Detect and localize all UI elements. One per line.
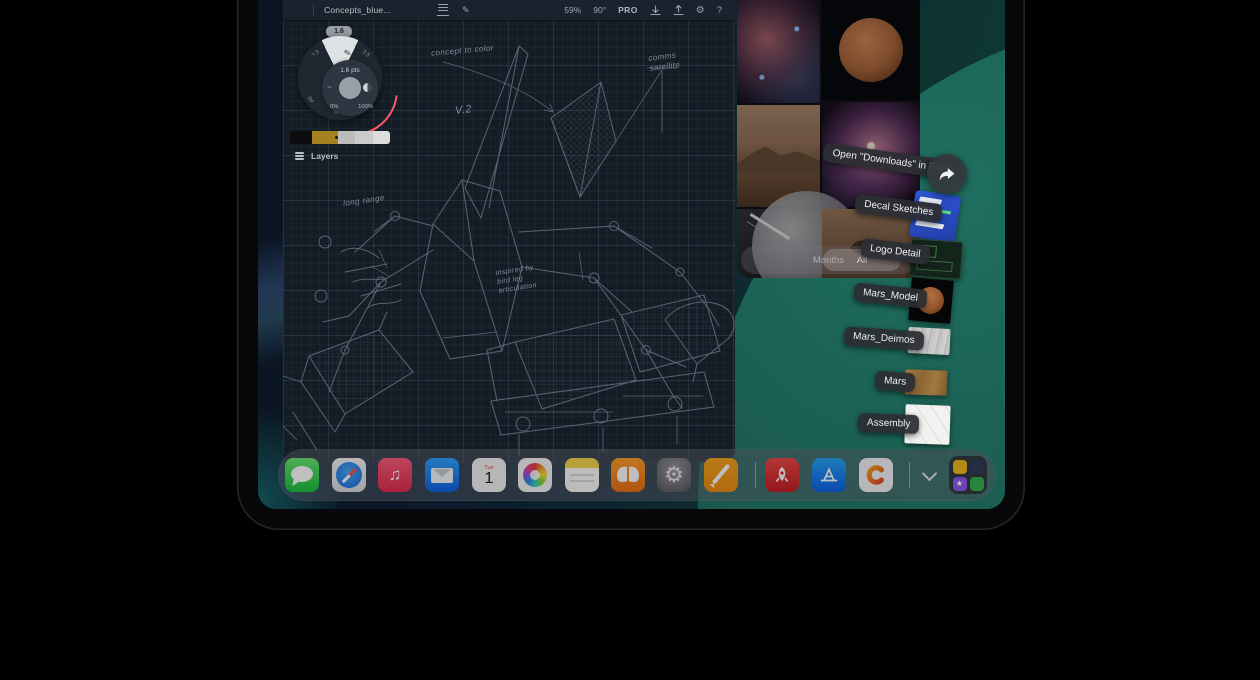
toolbar-divider bbox=[313, 5, 314, 15]
export-share-icon[interactable] bbox=[673, 5, 684, 16]
color-swatch-strip[interactable] bbox=[290, 131, 390, 144]
calendar-app-icon[interactable]: Tue 1 bbox=[472, 458, 506, 492]
tool-wheel-center[interactable]: 1.6 pts ~ 0% 100% bbox=[322, 60, 378, 116]
books-app-icon[interactable] bbox=[611, 458, 645, 492]
settings-app-icon[interactable]: ⚙ bbox=[657, 458, 691, 492]
mail-app-icon[interactable] bbox=[425, 458, 459, 492]
forward-arrow-icon bbox=[937, 164, 957, 184]
layers-icon bbox=[295, 152, 304, 160]
wheel-center-knob[interactable] bbox=[339, 77, 361, 99]
layers-control[interactable]: Layers bbox=[295, 151, 338, 161]
drawing-canvas[interactable]: concept to color V.2 comms satellite lon… bbox=[283, 20, 735, 462]
drag-item-mars[interactable]: Mars bbox=[874, 371, 915, 393]
swatch-gray-2[interactable] bbox=[355, 131, 372, 144]
drag-item-assembly[interactable]: Assembly bbox=[858, 413, 920, 434]
concepts-c-icon bbox=[864, 463, 888, 487]
opacity-min-label: 0% bbox=[330, 104, 338, 110]
tool-wheel[interactable]: 1.6 ✎ 7.3 3.5 Ab 6.8 14.5 1.6 pts ~ bbox=[288, 26, 392, 130]
swatch-black[interactable] bbox=[290, 131, 312, 144]
app-store-a-icon bbox=[818, 464, 840, 486]
document-title[interactable]: Concepts_blue... bbox=[324, 5, 391, 15]
help-button[interactable]: ? bbox=[717, 5, 722, 16]
app-library-icon[interactable]: ★ bbox=[949, 456, 987, 494]
gallery-grid-icon[interactable] bbox=[296, 6, 305, 15]
photo-horsehead-nebula[interactable] bbox=[737, 0, 820, 103]
layer-list-icon[interactable] bbox=[437, 4, 449, 16]
stroke-size-readout: 1.6 pts bbox=[322, 67, 378, 74]
safari-app-icon[interactable] bbox=[332, 458, 366, 492]
music-app-icon[interactable]: ♫ bbox=[378, 458, 412, 492]
import-icon[interactable] bbox=[650, 5, 661, 16]
app-library-mini-yellow bbox=[953, 460, 967, 474]
dock: ♫ Tue 1 ⚙ bbox=[278, 449, 996, 501]
concepts-app-window: concept to color V.2 comms satellite lon… bbox=[283, 0, 735, 462]
swatch-gray-1[interactable] bbox=[338, 131, 355, 144]
layers-label: Layers bbox=[311, 151, 338, 161]
swatch-selection-dot bbox=[335, 136, 338, 139]
app-library-mini-green bbox=[970, 477, 984, 491]
opacity-contrast-icon bbox=[363, 83, 372, 92]
opacity-max-label: 100% bbox=[358, 104, 373, 110]
photo-mars-globe[interactable] bbox=[822, 0, 920, 100]
wallpaper-light-streak bbox=[258, 225, 286, 375]
photos-app-icon[interactable] bbox=[518, 458, 552, 492]
dock-divider-2 bbox=[909, 462, 910, 488]
grid-settings-icon[interactable] bbox=[413, 5, 423, 15]
concepts-toolbar: Concepts_blue... ✎ 59% 90° PRO ⚙ ? bbox=[283, 0, 735, 21]
sketch-pen-app-icon[interactable] bbox=[704, 458, 738, 492]
messages-app-icon[interactable] bbox=[285, 458, 319, 492]
swatch-gray-3[interactable] bbox=[373, 131, 390, 144]
notes-app-icon[interactable] bbox=[565, 458, 599, 492]
zoom-level[interactable]: 59% bbox=[564, 5, 581, 15]
tool-wheel-ring[interactable]: ✎ 7.3 3.5 Ab 6.8 14.5 1.6 pts ~ 0% 100% bbox=[298, 36, 382, 120]
chevron-down-icon[interactable] bbox=[923, 467, 936, 480]
canvas-note-comms-satellite: comms satellite bbox=[648, 50, 681, 74]
app-library-mini-navy bbox=[970, 460, 984, 474]
app-library-mini-purple: ★ bbox=[953, 477, 967, 491]
calendar-day: 1 bbox=[485, 471, 494, 486]
canvas-rotation[interactable]: 90° bbox=[593, 5, 606, 15]
marketing-scene: concept to color V.2 comms satellite lon… bbox=[0, 0, 1260, 680]
ipad-screen: concept to color V.2 comms satellite lon… bbox=[258, 0, 1005, 509]
drag-share-arrow-button[interactable] bbox=[927, 154, 967, 194]
photos-app-window: Months All bbox=[737, 0, 920, 278]
smoothing-icon: ~ bbox=[327, 83, 332, 92]
pen-mode-icon[interactable]: ✎ bbox=[462, 5, 470, 16]
pro-badge[interactable]: PRO bbox=[618, 5, 638, 15]
rocket-app-icon[interactable] bbox=[765, 458, 799, 492]
dock-divider bbox=[755, 462, 756, 488]
concepts-app-icon[interactable] bbox=[859, 458, 893, 492]
app-store-icon[interactable] bbox=[812, 458, 846, 492]
settings-gear-icon[interactable]: ⚙ bbox=[696, 5, 705, 16]
rocket-icon bbox=[772, 465, 792, 485]
canvas-note-version: V.2 bbox=[454, 103, 472, 117]
